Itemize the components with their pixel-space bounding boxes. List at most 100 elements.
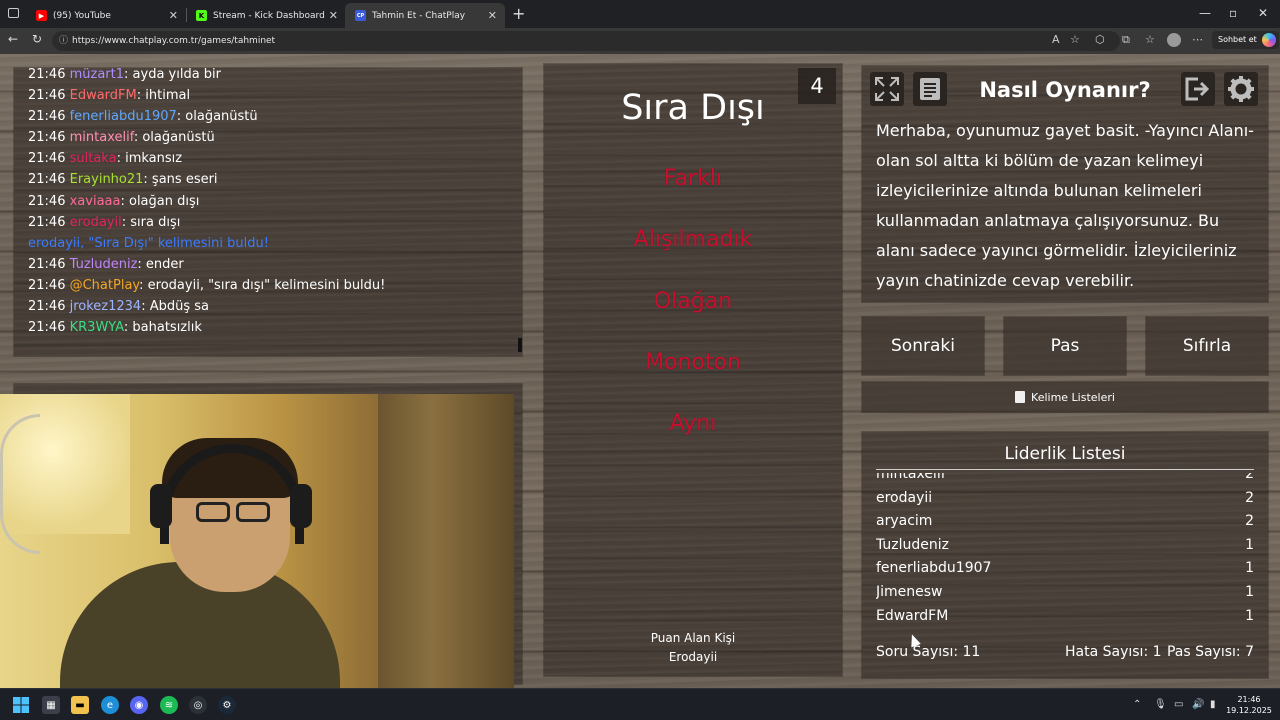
chat-username[interactable]: erodayii [70,215,122,230]
back-icon[interactable]: ← [8,32,18,46]
leaderboard-row: Tuzludeniz 1 [876,534,1254,558]
chat-panel: 21:46 müzart1: ayda yılda bir 21:46 Edwar… [14,68,522,356]
reset-label: Sıfırla [1182,336,1232,356]
reload-icon[interactable]: ↻ [32,32,42,46]
collections-icon[interactable]: ☆ [1145,33,1155,46]
windows-start-icon[interactable] [12,696,30,714]
chat-username[interactable]: jrokez1234 [70,299,142,314]
leaderboard-row: fenerliabdu1907 1 [876,557,1254,581]
chat-username[interactable]: mintaxelif [70,130,134,145]
leaderboard-score: 1 [1245,607,1254,624]
chat-message: 21:46 Erayinho21: şans eseri [28,169,518,190]
tab-label: Tahmin Et - ChatPlay [372,10,466,21]
forbidden-word: Alışılmadık [633,227,753,252]
battery-icon[interactable]: ▮ [1210,699,1216,710]
leaderboard-name: mintaxelif [876,473,946,482]
chat-username[interactable]: @ChatPlay [70,278,140,293]
restore-icon[interactable]: ▫ [1229,6,1237,20]
url-text: https://www.chatplay.com.tr/games/tahmin… [72,36,276,46]
leaderboard-row: erodayii 2 [876,487,1254,511]
address-bar-row: ← ↻ ⓘ https://www.chatplay.com.tr/games/… [0,28,1280,54]
split-icon[interactable]: ⧉ [1122,33,1130,47]
url-field[interactable]: ⓘ https://www.chatplay.com.tr/games/tahm… [52,31,1120,51]
forbidden-word: Monoton [645,350,741,375]
tab-kick[interactable]: K Stream - Kick Dashboard ✕ [186,3,346,28]
new-tab-icon[interactable]: + [512,4,525,23]
scorer-block: Puan Alan Kişi Erodayii [544,629,842,667]
spotify-icon[interactable]: ≋ [160,696,178,714]
tab-youtube[interactable]: ▶ (95) YouTube ✕ [26,3,186,28]
chat-username[interactable]: EdwardFM [70,88,137,103]
chat-username[interactable]: sultaka [70,151,117,166]
tab-actions-icon[interactable] [8,8,19,18]
chat-username[interactable]: Erayinho21 [70,172,144,187]
chat-text: : sıra dışı [121,214,181,230]
word-lists-label: Kelime Listeleri [1031,390,1115,404]
leaderboard-score: 2 [1245,473,1254,482]
error-count-stat: Hata Sayısı: 1 [1065,644,1162,660]
system-text: erodayii, "Sıra Dışı" kelimesini buldu! [28,235,269,251]
chat-system-message: erodayii, "Sıra Dışı" kelimesini buldu! [28,233,518,254]
copilot-button[interactable]: Sohbet et [1212,31,1279,49]
chat-message: 21:46 mintaxelif: olağanüstü [28,127,518,148]
discord-icon[interactable]: ◉ [130,696,148,714]
chat-text: : şans eseri [143,172,218,188]
chat-message: 21:46 EdwardFM: ihtimal [28,85,518,106]
system-clock[interactable]: 21:46 19.12.2025 [1224,694,1274,716]
chat-time: 21:46 [28,193,66,209]
chat-time: 21:46 [28,130,66,146]
how-to-play-text: Merhaba, oyunumuz gayet basit. -Yayıncı … [876,121,1254,290]
volume-icon[interactable]: 🔊 [1192,699,1204,710]
leaderboard-title: Liderlik Listesi [876,444,1254,470]
forbidden-word: Aynı [669,411,717,436]
leaderboard-score: 1 [1245,536,1254,553]
tray-overflow-icon[interactable]: ⌃ [1133,699,1141,710]
chat-scrollbar[interactable] [518,338,522,352]
chat-message: 21:46 jrokez1234: Abdüş sa [28,296,518,317]
extensions-icon[interactable]: ⬡ [1095,33,1105,46]
close-tab-icon[interactable]: ✕ [169,9,178,22]
copilot-label: Sohbet et [1218,35,1257,44]
minimize-icon[interactable]: — [1199,6,1211,20]
chat-time: 21:46 [28,299,66,315]
chat-username[interactable]: xaviaaa [70,194,121,209]
chat-message: 21:46 erodayii: sıra dışı [28,212,518,233]
close-tab-icon[interactable]: ✕ [488,9,497,22]
chat-username[interactable]: KR3WYA [70,320,124,335]
steam-icon[interactable]: ⚙ [218,696,236,714]
store-icon[interactable]: ▦ [42,696,60,714]
close-window-icon[interactable]: ✕ [1258,6,1268,20]
close-tab-icon[interactable]: ✕ [329,9,338,22]
reset-button[interactable]: Sıfırla [1146,317,1268,375]
leaderboard-name: erodayii [876,489,933,506]
chat-username[interactable]: Tuzludeniz [70,257,138,272]
chat-text: : bahatsızlık [123,320,202,336]
pass-button[interactable]: Pas [1004,317,1126,375]
more-icon[interactable]: ⋯ [1192,33,1203,46]
file-explorer-icon[interactable]: ▬ [71,696,89,714]
favorite-icon[interactable]: ☆ [1070,33,1080,46]
display-icon[interactable]: ▭ [1174,699,1183,710]
word-lists-button[interactable]: Kelime Listeleri [862,382,1268,412]
tab-chatplay[interactable]: CP Tahmin Et - ChatPlay ✕ [345,3,505,28]
site-info-icon[interactable]: ⓘ [59,31,68,51]
chat-username[interactable]: fenerliabdu1907 [70,109,177,124]
profile-avatar[interactable] [1167,33,1181,47]
scorer-name: Erodayii [668,650,718,664]
next-button[interactable]: Sonraki [862,317,984,375]
edge-icon[interactable]: e [101,696,119,714]
chat-username[interactable]: müzart1 [70,68,124,82]
read-aloud-icon[interactable]: A [1052,33,1060,46]
microphone-icon[interactable]: 🎙 [1154,699,1167,710]
leaderboard-score: 2 [1245,513,1254,530]
pass-label: Pas [1050,336,1080,356]
leaderboard-score: 1 [1245,560,1254,577]
leaderboard-name: aryacim [876,513,933,530]
next-label: Sonraki [891,336,955,356]
chat-time: 21:46 [28,109,66,125]
app-icon[interactable]: ◎ [189,696,207,714]
chat-message: 21:46 @ChatPlay: erodayii, "sıra dışı" k… [28,275,518,296]
list-icon [1015,391,1026,403]
leaderboard-name: Tuzludeniz [876,536,950,553]
chat-message: 21:46 xaviaaa: olağan dışı [28,191,518,212]
